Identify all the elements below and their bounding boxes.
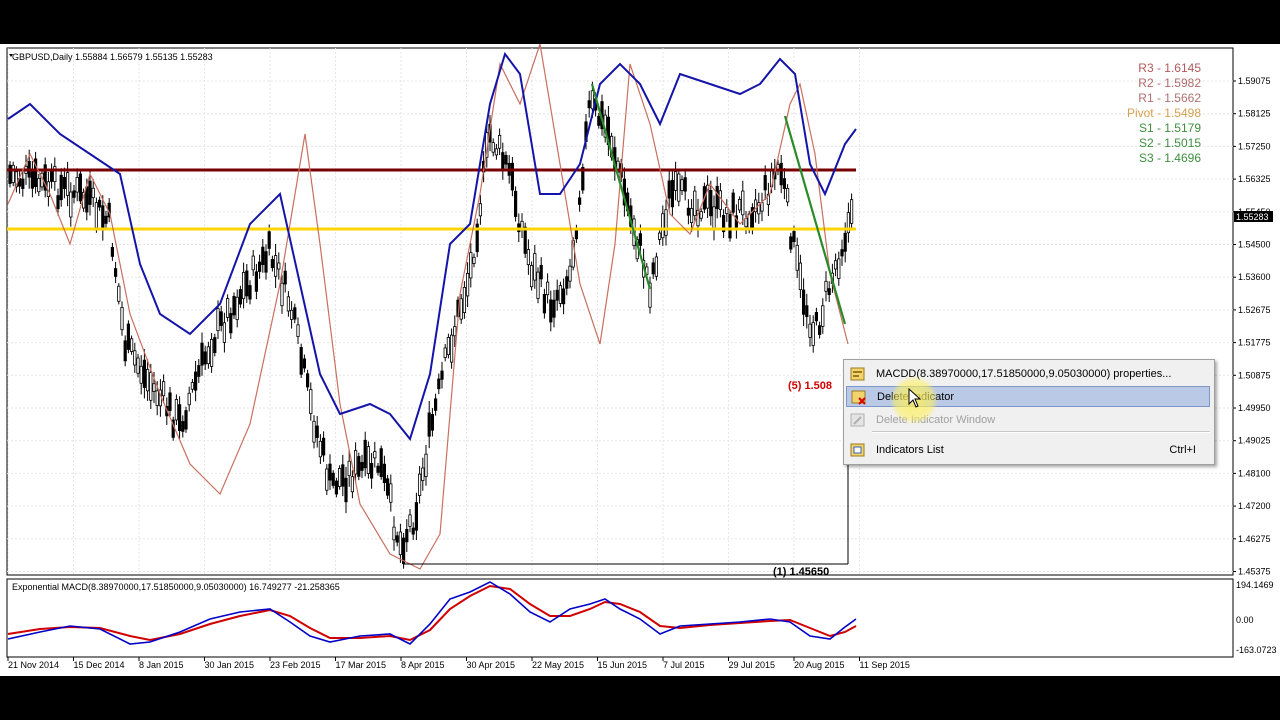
main-chart-area[interactable] (6, 47, 1234, 576)
price-tick-label: 1.46275 (1238, 534, 1271, 544)
pivot-level-label: R3 - 1.6145 (1138, 61, 1201, 75)
price-tick-label: 1.47200 (1238, 501, 1271, 511)
date-tick-label: 23 Feb 2015 (270, 660, 321, 670)
price-tick-label: 1.49025 (1238, 436, 1271, 446)
symbol-header: GBPUSD,Daily 1.55884 1.56579 1.55135 1.5… (12, 52, 213, 62)
pivot-legend: R3 - 1.6145R2 - 1.5982R1 - 1.5662Pivot -… (1127, 61, 1201, 165)
pivot-level-label: Pivot - 1.5498 (1127, 106, 1201, 120)
date-tick-label: 15 Dec 2014 (74, 660, 125, 670)
date-tick-label: 15 Jun 2015 (598, 660, 648, 670)
current-price-value: 1.55283 (1236, 212, 1269, 222)
mouse-cursor-icon (908, 388, 922, 408)
pivot-level-label: S1 - 1.5179 (1139, 121, 1201, 135)
date-tick-label: 8 Apr 2015 (401, 660, 445, 670)
date-tick-label: 11 Sep 2015 (860, 660, 910, 670)
annotation-high: (5) 1.508 (788, 380, 832, 392)
annotation-low: (1) 1.45650 (773, 566, 829, 578)
price-tick-label: 1.56325 (1238, 174, 1271, 184)
date-tick-label: 17 Mar 2015 (336, 660, 387, 670)
properties-icon (850, 366, 866, 382)
macd-axis-bottom: -163.0723 (1236, 645, 1277, 655)
price-tick-label: 1.49950 (1238, 403, 1271, 413)
price-axis: 1.590751.581251.572501.563251.554501.545… (1233, 76, 1271, 577)
price-tick-label: 1.59075 (1238, 76, 1271, 86)
date-tick-label: 8 Jan 2015 (139, 660, 184, 670)
menu-separator (872, 431, 1210, 433)
date-tick-label: 29 Jul 2015 (729, 660, 776, 670)
delete-window-icon (850, 412, 866, 428)
delete-indicator-icon (851, 389, 867, 405)
date-tick-label: 21 Nov 2014 (8, 660, 59, 670)
pivot-level-label: R1 - 1.5662 (1138, 91, 1201, 105)
chart-window[interactable]: GBPUSD,Daily 1.55884 1.56579 1.55135 1.5… (0, 44, 1280, 676)
price-tick-label: 1.52675 (1238, 305, 1271, 315)
price-tick-label: 1.50875 (1238, 370, 1271, 380)
price-tick-label: 1.45375 (1238, 567, 1271, 577)
date-tick-label: 22 May 2015 (532, 660, 584, 670)
price-tick-label: 1.58125 (1238, 109, 1271, 119)
macd-axis-zero: 0.00 (1236, 615, 1254, 625)
date-tick-label: 30 Jan 2015 (205, 660, 255, 670)
price-tick-label: 1.51775 (1238, 338, 1271, 348)
date-axis: 21 Nov 2014 15 Dec 2014 8 Jan 2015 30 Jan 2… (7, 657, 910, 670)
date-tick-label: 7 Jul 2015 (663, 660, 705, 670)
price-tick-label: 1.53600 (1238, 272, 1271, 282)
indicators-list-icon (850, 442, 866, 458)
price-tick-label: 1.57250 (1238, 141, 1271, 151)
indicator-header: Exponential MACD(8.38970000,17.51850000,… (12, 582, 340, 592)
pivot-level-label: R2 - 1.5982 (1138, 76, 1201, 90)
pivot-level-label: S2 - 1.5015 (1139, 136, 1201, 150)
price-tick-label: 1.54500 (1238, 240, 1271, 250)
menu-item-indicators-list[interactable]: Indicators List Ctrl+I (846, 439, 1210, 460)
date-tick-label: 20 Aug 2015 (794, 660, 845, 670)
date-tick-label: 30 Apr 2015 (467, 660, 516, 670)
price-tick-label: 1.48100 (1238, 468, 1271, 478)
macd-axis-top: 194.1469 (1236, 580, 1274, 590)
pivot-level-label: S3 - 1.4696 (1139, 151, 1201, 165)
